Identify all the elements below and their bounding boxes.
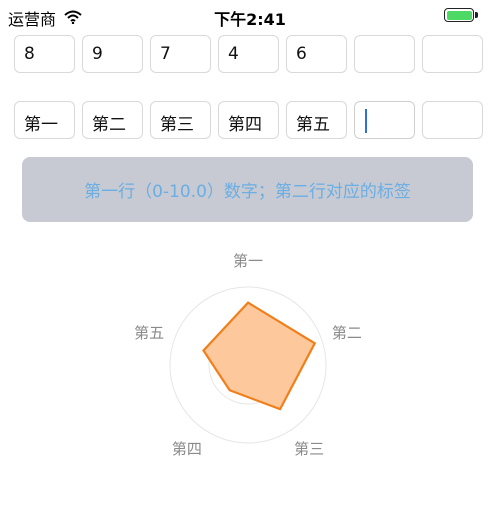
- status-bar: 运营商 下午2:41: [0, 0, 500, 30]
- value-input-1[interactable]: 8: [14, 35, 75, 73]
- text-caret: [365, 109, 367, 133]
- radar-series-area: [202, 301, 317, 411]
- battery-cap: [475, 12, 478, 18]
- status-time: 下午2:41: [214, 10, 286, 29]
- value-input-6[interactable]: [354, 35, 415, 73]
- value-input-2[interactable]: 9: [82, 35, 143, 73]
- radar-chart: 第一第二第三 第四 第五: [134, 252, 362, 458]
- label-input-5[interactable]: 第五: [286, 101, 347, 139]
- label-input-7[interactable]: [422, 101, 483, 139]
- battery-icon: [444, 8, 474, 22]
- label-input-6[interactable]: [354, 101, 415, 139]
- hint-button-label: 第一行（0-10.0）数字；第二行对应的标签: [84, 182, 411, 202]
- radar-axis-label-3: 第三: [294, 440, 324, 458]
- values-input-row: 8 9 7 4 6: [14, 35, 483, 73]
- radar-axis-label-4: 第四: [172, 440, 202, 458]
- label-input-1[interactable]: 第一: [14, 101, 75, 139]
- hint-button[interactable]: 第一行（0-10.0）数字；第二行对应的标签: [22, 157, 473, 222]
- labels-input-row: 第一 第二 第三 第四 第五: [14, 101, 483, 139]
- value-input-5[interactable]: 6: [286, 35, 347, 73]
- value-input-7[interactable]: [422, 35, 483, 73]
- value-input-3[interactable]: 7: [150, 35, 211, 73]
- label-input-3[interactable]: 第三: [150, 101, 211, 139]
- radar-axis-label-1: 第一: [233, 252, 263, 270]
- label-input-4[interactable]: 第四: [218, 101, 279, 139]
- value-input-4[interactable]: 4: [218, 35, 279, 73]
- label-input-2[interactable]: 第二: [82, 101, 143, 139]
- radar-axis-label-2: 第二: [332, 324, 362, 342]
- radar-axis-label-5: 第五: [134, 324, 164, 342]
